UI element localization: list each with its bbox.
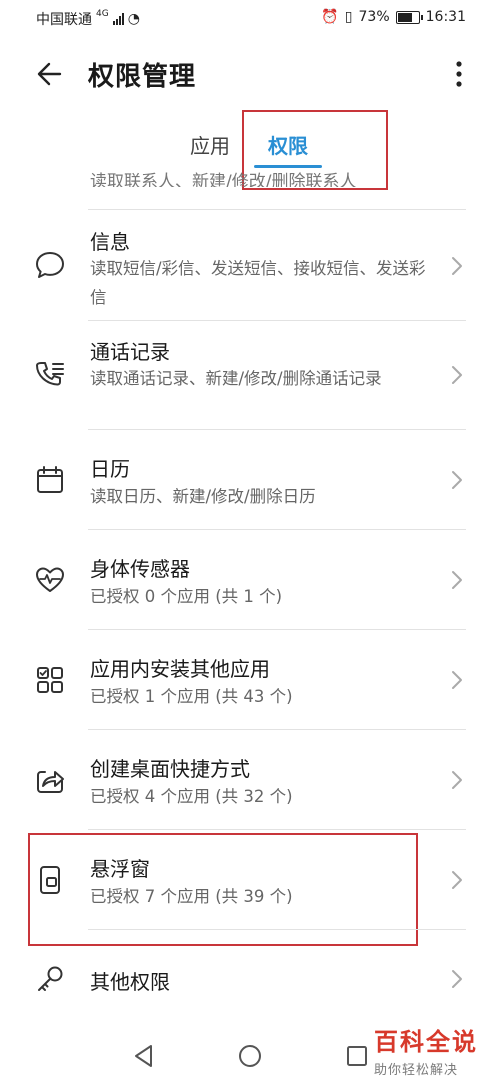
signal-icon [112,13,124,25]
chevron-right-icon [452,671,462,689]
nav-home-icon[interactable] [236,1042,264,1070]
permission-row-shortcut[interactable]: 创建桌面快捷方式 已授权 4 个应用 (共 32 个) [0,730,500,829]
nav-back-icon[interactable] [130,1042,158,1070]
row-desc: 读取日历、新建/修改/删除日历 [90,487,316,506]
cut-off-item-desc: 读取联系人、新建/修改/删除联系人 [90,172,357,187]
app-bar: 权限管理 [0,40,500,106]
watermark-subtitle: 助你轻松解决 [374,1063,459,1078]
permission-row-messages[interactable]: 信息 读取短信/彩信、发送短信、接收短信、发送彩信 [0,210,500,320]
battery-icon [395,10,423,24]
shortcut-icon [37,771,64,793]
chevron-right-icon [452,871,462,889]
row-desc: 读取通话记录、新建/修改/删除通话记录 [90,369,382,388]
calendar-icon [37,466,63,493]
permission-row-body-sensors[interactable]: 身体传感器 已授权 0 个应用 (共 1 个) [0,530,500,629]
row-desc: 已授权 1 个应用 (共 43 个) [90,687,293,706]
network-type: 4G [96,9,109,19]
chevron-right-icon [452,771,462,789]
permission-row-install-apps[interactable]: 应用内安装其他应用 已授权 1 个应用 (共 43 个) [0,630,500,729]
more-options-icon[interactable] [444,54,474,94]
permission-row-call-log[interactable]: 通话记录 读取通话记录、新建/修改/删除通话记录 [0,321,500,429]
watermark-title: 百科全说 [374,1028,478,1056]
row-title: 创建桌面快捷方式 [90,757,250,781]
back-arrow-icon[interactable] [30,54,70,94]
row-title: 身体传感器 [90,557,190,581]
row-title: 通话记录 [90,340,170,364]
message-icon [36,252,64,278]
row-desc: 读取短信/彩信、发送短信、接收短信、发送彩信 [90,259,426,307]
chevron-right-icon [452,571,462,589]
carrier-label: 中国联通 [36,12,92,28]
row-title: 应用内安装其他应用 [90,657,270,681]
page-title: 权限管理 [88,62,197,92]
chevron-right-icon [452,257,462,275]
apps-grid-icon [37,667,63,693]
watermark-logo: 百科全说 助你轻松解决 [374,1022,478,1078]
chevron-right-icon [452,366,462,384]
key-icon [38,966,63,991]
chevron-right-icon [452,970,462,988]
row-desc: 已授权 0 个应用 (共 1 个) [90,587,283,606]
permission-row-calendar[interactable]: 日历 读取日历、新建/修改/删除日历 [0,430,500,529]
row-title: 其他权限 [90,970,170,994]
vibrate-icon: ▯ [344,9,353,25]
alarm-icon: ⏰ [321,9,339,25]
nav-recents-icon[interactable] [343,1042,371,1070]
hotspot-icon: ◔ [127,11,140,27]
row-title: 信息 [90,230,130,254]
battery-percent: 73% [358,9,390,25]
tab-apps[interactable]: 应用 [190,130,230,159]
chevron-right-icon [452,471,462,489]
row-desc: 已授权 4 个应用 (共 32 个) [90,787,293,806]
call-log-icon [36,362,64,386]
permission-row-other[interactable]: 其他权限 [0,930,500,1025]
status-bar: 中国联通 4G ◔ ⏰ ▯ 73% 16:31 [0,0,500,34]
heart-sensor-icon [36,567,64,592]
clock: 16:31 [425,9,466,25]
row-title: 日历 [90,457,130,481]
